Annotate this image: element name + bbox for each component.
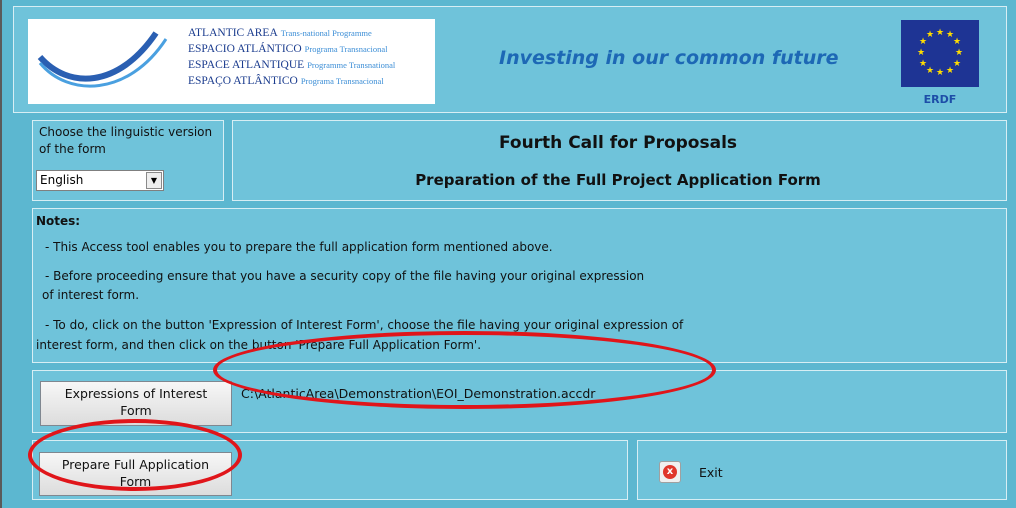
annotation-ellipse-path (213, 331, 716, 409)
annotation-ellipse-prepare (28, 419, 242, 491)
svg-text:★: ★ (936, 68, 944, 78)
page-subtitle: Preparation of the Full Project Applicat… (415, 171, 821, 189)
note-line: of interest form. (42, 288, 140, 302)
note-line: - To do, click on the button 'Expression… (45, 318, 684, 332)
svg-text:★: ★ (926, 66, 934, 76)
svg-text:★: ★ (946, 66, 954, 76)
svg-text:★: ★ (953, 59, 961, 69)
page-title: Fourth Call for Proposals (498, 133, 738, 153)
logo-line-4: ESPAÇO ATLÂNTICO (188, 75, 298, 87)
exit-button[interactable]: x Exit (658, 459, 726, 487)
note-line: - This Access tool enables you to prepar… (45, 240, 553, 254)
note-line: - Before proceeding ensure that you have… (45, 269, 645, 283)
tagline: Investing in our common future (499, 47, 839, 69)
exit-label: Exit (699, 465, 723, 480)
svg-text:★: ★ (926, 30, 934, 40)
logo-sub-2: Programa Transnacional (304, 44, 388, 54)
logo-line-3: ESPACE ATLANTIQUE (188, 59, 305, 71)
svg-text:★: ★ (955, 48, 963, 58)
svg-text:★: ★ (919, 59, 927, 69)
language-label: Choose the linguistic version of the for… (39, 125, 213, 156)
notes-title: Notes: (36, 214, 81, 228)
erdf-label: ERDF (923, 93, 957, 106)
logo-sub-3: Programme Transnational (307, 60, 396, 70)
logo-sub-1: Trans-national Programme (280, 28, 372, 38)
programme-logo: ATLANTIC AREA Trans-national Programme ES… (28, 19, 435, 104)
close-icon: x (659, 461, 681, 483)
form-window: ATLANTIC AREA Trans-national Programme ES… (0, 0, 1016, 508)
wave-logo-icon (37, 31, 168, 88)
svg-text:★: ★ (953, 37, 961, 47)
language-select[interactable]: English ▼ (36, 170, 164, 191)
svg-text:★: ★ (936, 28, 944, 38)
logo-line-2: ESPACIO ATLÁNTICO (188, 43, 302, 55)
language-select-value: English (40, 173, 84, 187)
eu-flag-icon: ★ ★ ★ ★ ★ ★ ★ ★ ★ ★ ★ ★ (901, 20, 979, 87)
logo-line-1: ATLANTIC AREA (188, 27, 278, 39)
chevron-down-icon[interactable]: ▼ (146, 172, 162, 189)
logo-sub-4: Programa Transnacional (300, 76, 384, 86)
svg-text:★: ★ (917, 48, 925, 58)
